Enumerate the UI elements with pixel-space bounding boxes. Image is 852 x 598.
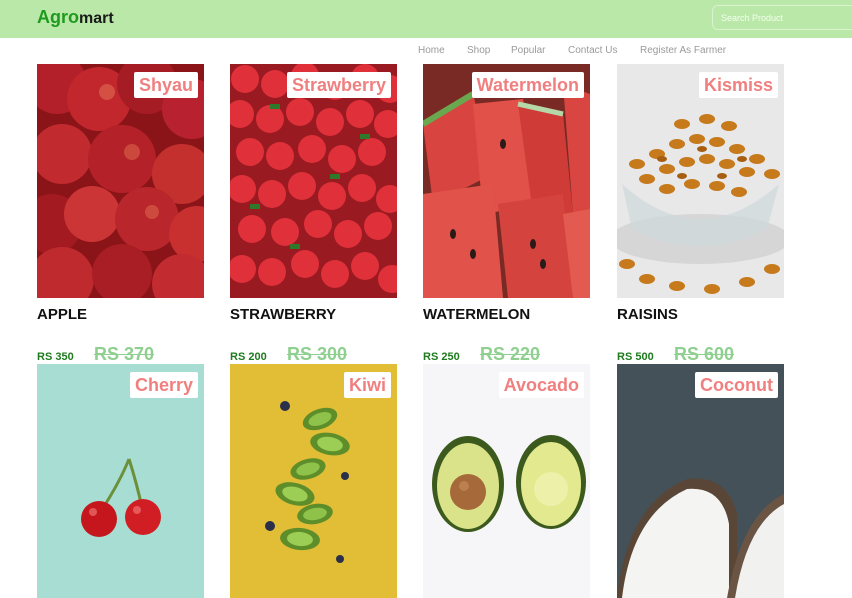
strawberry-image: Strawberry — [230, 64, 397, 298]
search-input[interactable] — [712, 5, 852, 30]
product-name: APPLE — [37, 306, 88, 323]
product-tag: Shyau — [133, 72, 198, 98]
product-name: WATERMELON — [423, 306, 531, 323]
product-old-price: RS 370 — [94, 344, 155, 364]
avocado-image: Avocado — [423, 364, 590, 598]
product-tag: Kiwi — [343, 372, 391, 398]
product-name: STRAWBERRY — [230, 306, 337, 323]
product-price: RS 200 — [230, 351, 267, 363]
product-old-price: RS 600 — [674, 344, 735, 364]
product-old-price: RS 300 — [287, 344, 348, 364]
product-old-price: RS 220 — [480, 344, 541, 364]
product-tag: Strawberry — [286, 72, 391, 98]
raisins-image: Kismiss — [617, 64, 784, 298]
apple-image: Shyau — [37, 64, 204, 298]
product-tag: Watermelon — [471, 72, 584, 98]
kiwi-image: Kiwi — [230, 364, 397, 598]
product-tag: Avocado — [498, 372, 584, 398]
brand-logo[interactable]: Agromart — [37, 7, 114, 28]
product-name: RAISINS — [617, 306, 678, 323]
nav-contact-us[interactable]: Contact Us — [568, 45, 617, 56]
cherry-image: Cherry — [37, 364, 204, 598]
nav-home[interactable]: Home — [418, 45, 445, 56]
product-price: RS 500 — [617, 351, 654, 363]
nav-popular[interactable]: Popular — [511, 45, 545, 56]
product-tag: Cherry — [129, 372, 198, 398]
logo-agro: Agro — [37, 7, 79, 27]
logo-mart: mart — [79, 10, 114, 27]
watermelon-image: Watermelon — [423, 64, 590, 298]
product-price: RS 250 — [423, 351, 460, 363]
product-price: RS 350 — [37, 351, 74, 363]
product-tag: Coconut — [695, 372, 778, 398]
coconut-image: Coconut — [617, 364, 784, 598]
nav-shop[interactable]: Shop — [467, 45, 490, 56]
top-header: Agromart — [0, 0, 852, 38]
nav-register-as-farmer[interactable]: Register As Farmer — [640, 45, 726, 56]
product-tag: Kismiss — [698, 72, 778, 98]
